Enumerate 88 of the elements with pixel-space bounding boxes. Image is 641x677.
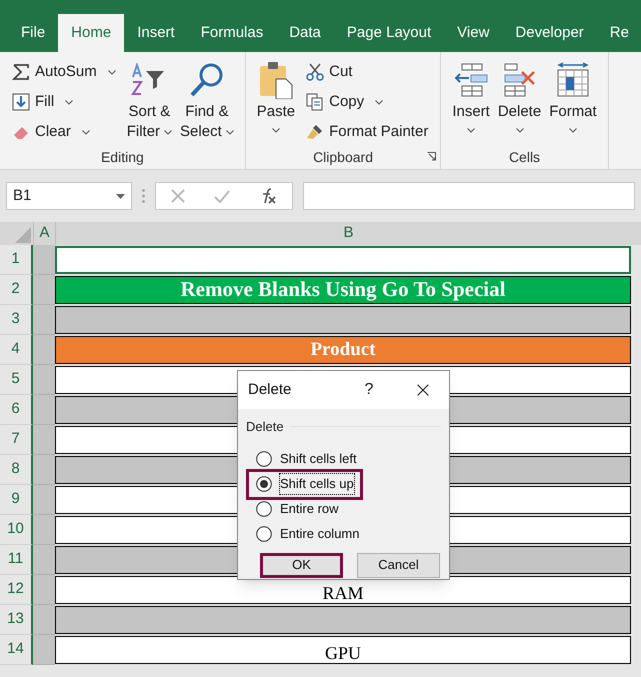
caret-icon bbox=[116, 194, 125, 198]
ribbon-button[interactable]: Cut bbox=[302, 58, 432, 86]
fill-down-icon bbox=[12, 93, 30, 111]
table-cell: Product bbox=[55, 336, 631, 364]
scissors-icon bbox=[306, 63, 324, 81]
row-header[interactable]: 7 bbox=[0, 425, 33, 455]
table-cell bbox=[33, 605, 55, 635]
radio-button[interactable] bbox=[256, 526, 272, 542]
table-cell bbox=[33, 335, 55, 365]
ribbon-button[interactable]: Sort & Filter bbox=[124, 58, 176, 142]
ribbon-button[interactable]: Clear bbox=[8, 118, 120, 146]
name-box[interactable]: B1 bbox=[6, 182, 132, 210]
row-header[interactable]: 5 bbox=[0, 365, 33, 395]
table-cell bbox=[33, 425, 55, 455]
table-cell bbox=[33, 635, 55, 665]
row-header[interactable]: 8 bbox=[0, 455, 33, 485]
ribbon-button[interactable]: Insert bbox=[449, 58, 493, 138]
check-icon[interactable] bbox=[214, 190, 230, 202]
table-cell bbox=[33, 395, 55, 425]
ribbon-group-label: Editing bbox=[100, 148, 144, 167]
row-header[interactable]: 4 bbox=[0, 335, 33, 365]
paintbrush-icon bbox=[306, 123, 324, 141]
table-cell bbox=[33, 515, 55, 545]
group-label: Delete bbox=[246, 418, 284, 436]
radio-option[interactable]: Entire column bbox=[256, 522, 366, 546]
table-cell bbox=[33, 575, 55, 605]
radio-option[interactable]: Shift cells left bbox=[256, 446, 363, 472]
row-header[interactable]: 12 bbox=[0, 575, 33, 605]
row-header[interactable]: 1 bbox=[0, 245, 33, 275]
help-button[interactable]: ? bbox=[341, 378, 397, 402]
radio-button[interactable] bbox=[256, 451, 272, 467]
ribbon-tab[interactable]: Re bbox=[596, 14, 641, 52]
table-cell bbox=[33, 545, 55, 575]
row-header[interactable]: 2 bbox=[0, 275, 33, 305]
column-header[interactable]: B bbox=[55, 222, 641, 245]
ribbon-tab[interactable]: View bbox=[444, 14, 502, 52]
magnifier-icon bbox=[188, 62, 225, 98]
radio-option[interactable]: Shift cells up bbox=[249, 472, 360, 496]
row-header[interactable]: 14 bbox=[0, 635, 33, 665]
row-header[interactable]: 11 bbox=[0, 545, 33, 575]
dialog-title: Delete bbox=[248, 380, 292, 400]
table-cell: GPU bbox=[55, 636, 631, 664]
table-cell bbox=[33, 305, 55, 335]
row-header[interactable]: 10 bbox=[0, 515, 33, 545]
close-button[interactable]: × bbox=[397, 374, 449, 406]
ribbon-button[interactable]: Delete bbox=[494, 58, 544, 138]
ribbon-tab[interactable]: Data bbox=[276, 14, 334, 52]
table-cell bbox=[33, 245, 55, 275]
formula-field[interactable] bbox=[303, 182, 635, 210]
row-header[interactable]: 6 bbox=[0, 395, 33, 425]
ribbon-button[interactable]: Format bbox=[546, 58, 600, 138]
ribbon-button[interactable]: Find & Select bbox=[177, 58, 237, 142]
grip-icon bbox=[142, 189, 145, 203]
insert-cells-icon bbox=[453, 62, 490, 98]
ribbon-button[interactable]: Format Painter bbox=[302, 118, 432, 146]
clipboard-icon bbox=[258, 61, 294, 99]
ribbon-button[interactable]: AutoSum bbox=[8, 58, 120, 86]
table-cell bbox=[33, 455, 55, 485]
table-cell: Remove Blanks Using Go To Special bbox=[55, 276, 631, 304]
ribbon-tab[interactable]: Home bbox=[58, 14, 124, 52]
radio-option[interactable]: Entire row bbox=[256, 496, 345, 522]
format-cells-icon bbox=[554, 62, 591, 98]
ribbon-tab[interactable]: Insert bbox=[124, 14, 188, 52]
dialog-button[interactable]: Cancel bbox=[357, 552, 440, 578]
ribbon-group-label: Clipboard bbox=[313, 148, 373, 167]
cell-reference: B1 bbox=[13, 186, 32, 206]
sigma-icon bbox=[12, 63, 30, 81]
row-header[interactable]: 9 bbox=[0, 485, 33, 515]
ribbon-button[interactable]: Fill bbox=[8, 88, 120, 116]
dialog-launcher-icon[interactable] bbox=[427, 152, 436, 161]
row-header[interactable]: 3 bbox=[0, 305, 33, 335]
ribbon-tab[interactable]: Formulas bbox=[188, 14, 276, 52]
row-header[interactable]: 13 bbox=[0, 605, 33, 635]
radio-button[interactable] bbox=[256, 501, 272, 517]
table-cell: RAM bbox=[55, 576, 631, 604]
ribbon-tab[interactable]: Developer bbox=[502, 14, 597, 52]
table-cell bbox=[33, 365, 55, 395]
dialog-button[interactable]: OK bbox=[260, 552, 343, 578]
ribbon-group-label: Cells bbox=[508, 148, 540, 166]
copy-icon bbox=[306, 93, 324, 111]
table-cell bbox=[33, 275, 55, 305]
ribbon-button[interactable]: Paste bbox=[254, 58, 298, 138]
radio-button[interactable] bbox=[256, 476, 272, 492]
ribbon-tab[interactable]: File bbox=[8, 14, 58, 52]
table-cell bbox=[33, 485, 55, 515]
ribbon-button[interactable]: Copy bbox=[302, 88, 432, 116]
ribbon-tab[interactable]: Page Layout bbox=[334, 14, 444, 52]
delete-cells-icon bbox=[502, 62, 538, 98]
